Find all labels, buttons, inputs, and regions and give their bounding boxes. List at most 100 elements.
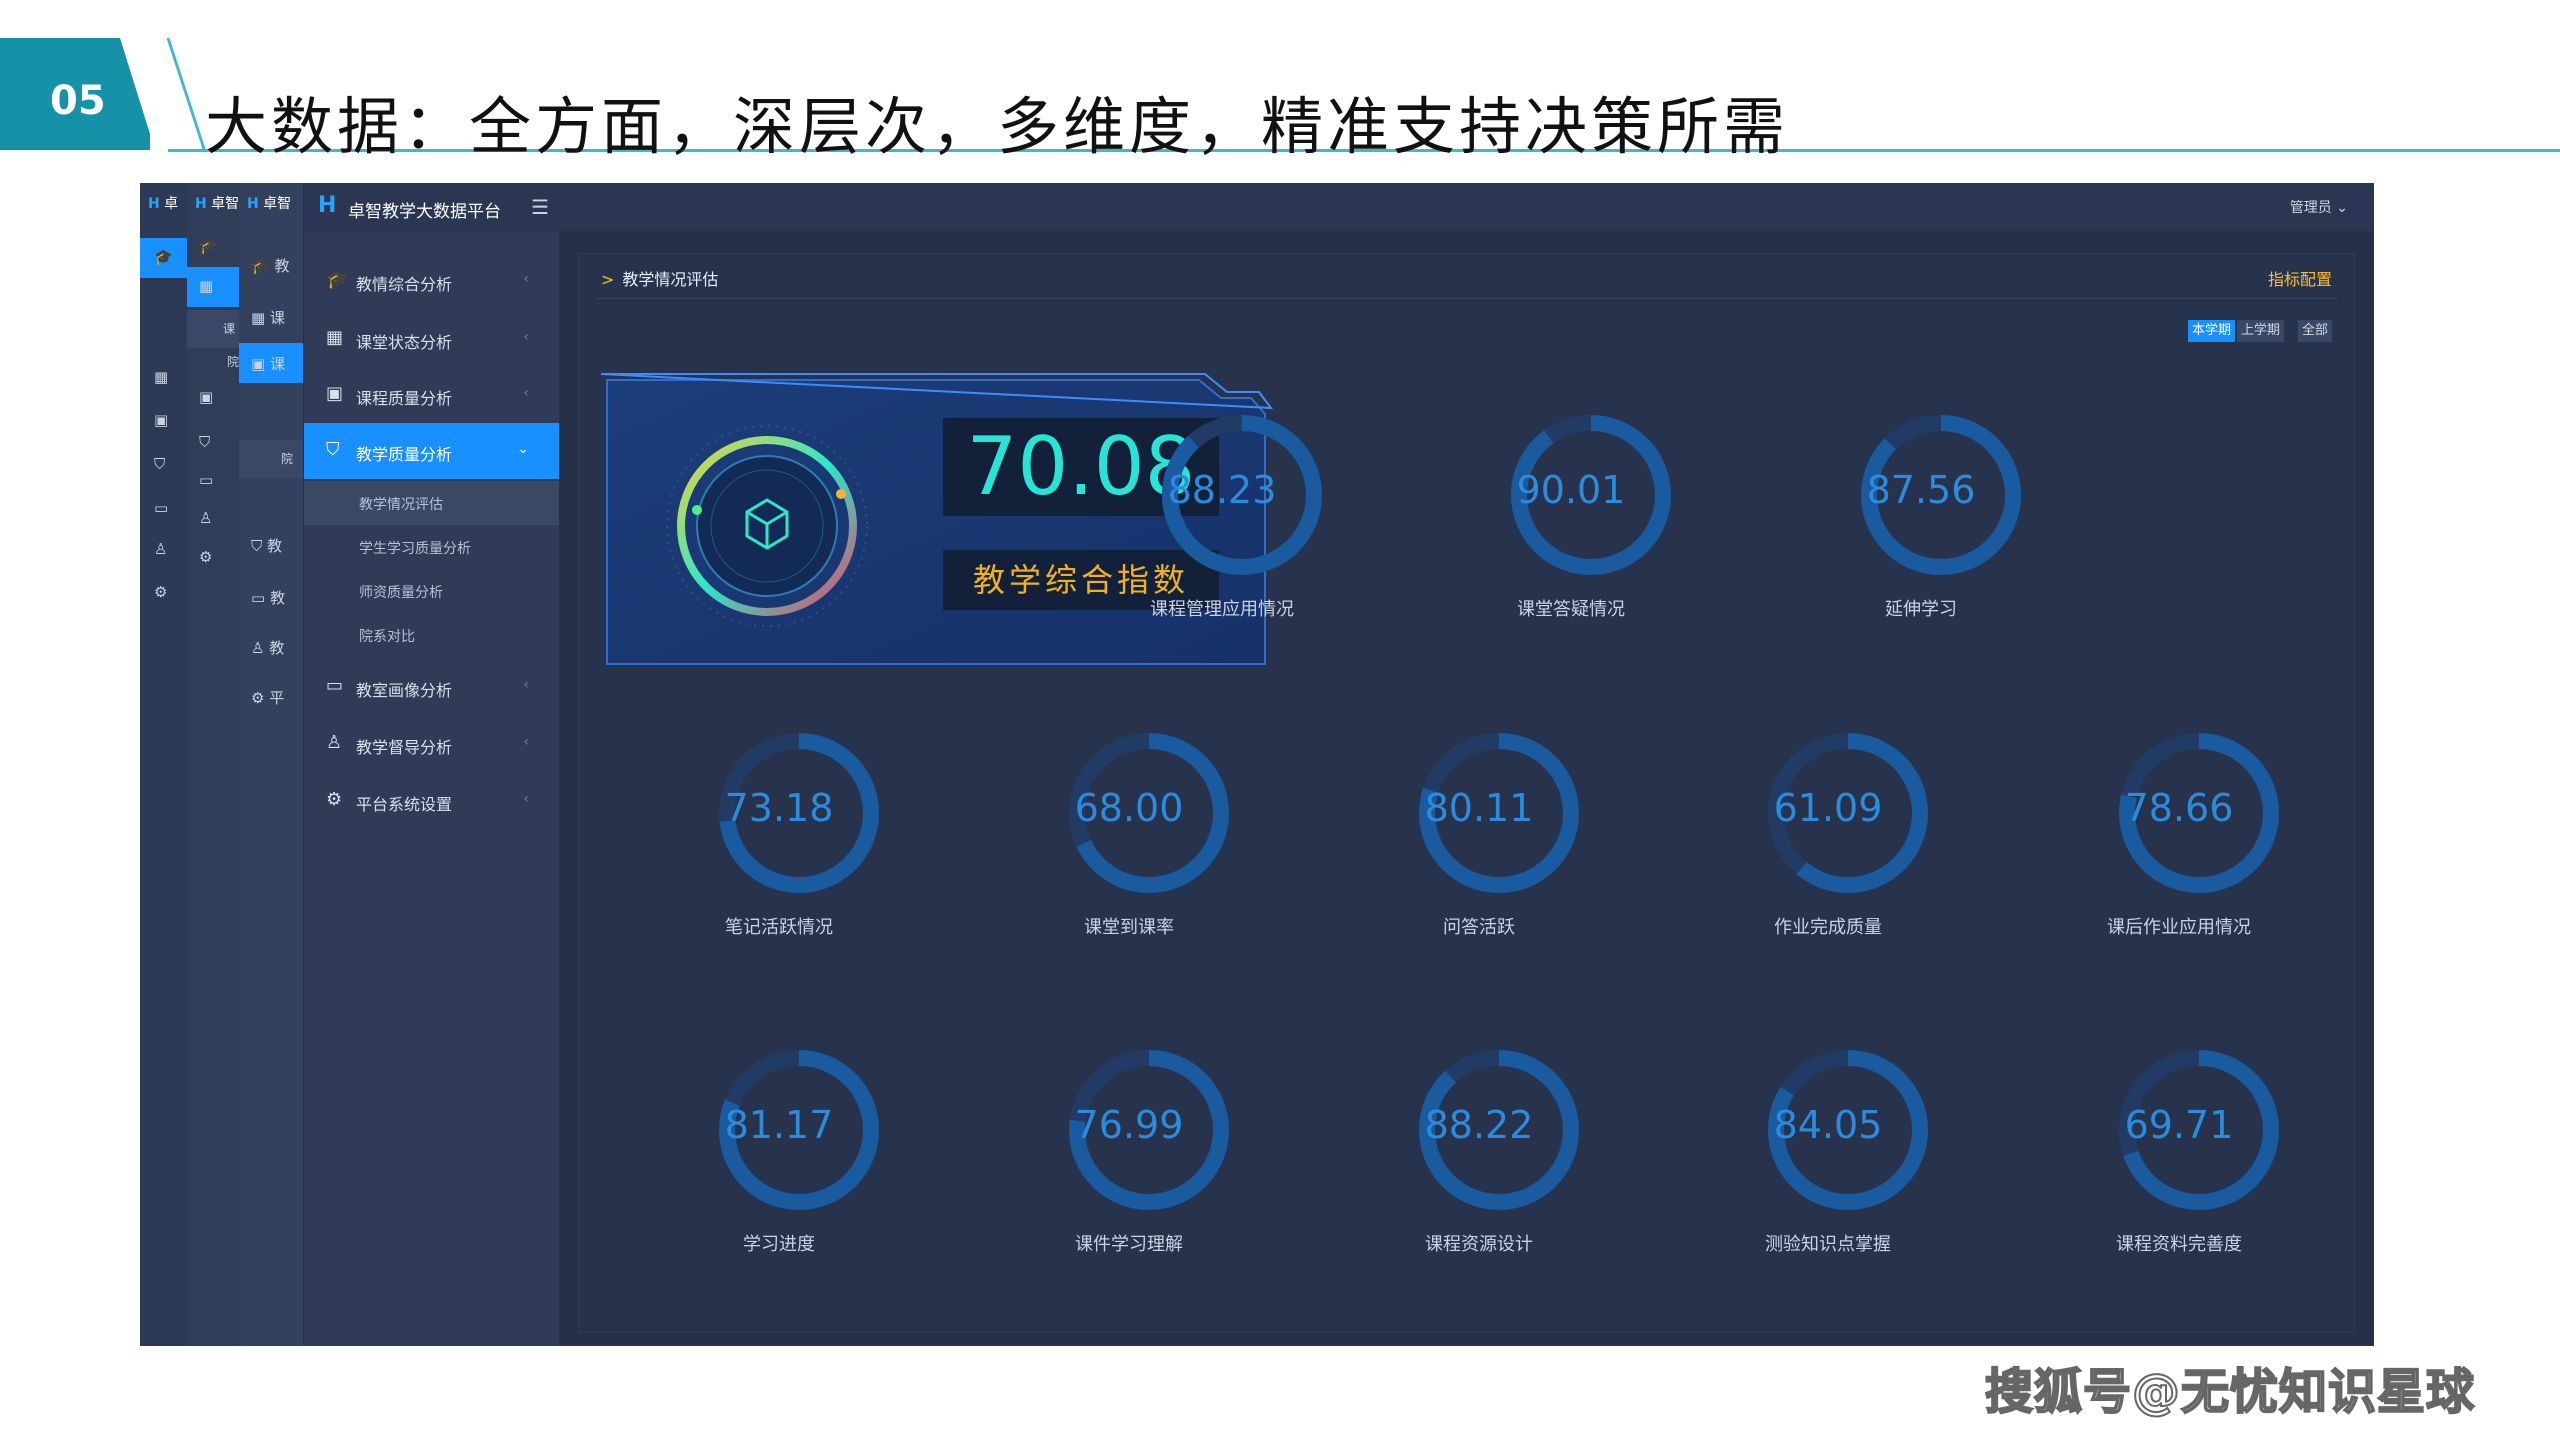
save-icon[interactable]: ▣	[199, 388, 213, 406]
metric-card[interactable]: 78.66 课后作业应用情况	[2059, 729, 2299, 949]
metric-value: 81.17	[724, 1103, 834, 1147]
submenu-department-compare[interactable]: 院系对比	[304, 613, 559, 657]
submenu-student-quality[interactable]: 学生学习质量分析	[304, 525, 559, 569]
gear-icon[interactable]: ⚙	[154, 583, 167, 601]
metric-value: 76.99	[1074, 1103, 1184, 1147]
graduation-cap-icon[interactable]: 🎓	[199, 237, 218, 255]
metric-card[interactable]: 81.17 学习进度	[659, 1046, 899, 1266]
user-icon[interactable]: ♙	[154, 540, 167, 558]
user-icon[interactable]: ♙ 教	[251, 637, 284, 658]
metric-label: 测验知识点掌握	[1765, 1234, 1891, 1255]
collapse-menu-icon[interactable]: ☰	[531, 195, 549, 219]
save-icon: ▣	[326, 383, 344, 404]
metric-label: 课堂答疑情况	[1517, 599, 1625, 620]
user-icon: ♙	[326, 732, 343, 753]
metric-card[interactable]: 88.22 课程资源设计	[1359, 1046, 1599, 1266]
graduation-cap-icon[interactable]: 🎓 教	[251, 255, 289, 276]
ghost-logo: H 卓	[148, 196, 179, 212]
metric-card[interactable]: 84.05 测验知识点掌握	[1708, 1046, 1948, 1266]
panel-title: > 教学情况评估	[601, 270, 719, 289]
metric-card[interactable]: 90.01 课堂答疑情况	[1451, 411, 1691, 631]
metric-label: 作业完成质量	[1774, 917, 1882, 938]
monitor-icon[interactable]: ▭ 教	[251, 587, 285, 608]
metric-card[interactable]: 80.11 问答活跃	[1359, 729, 1599, 949]
chevron-down-icon: ⌄	[517, 441, 529, 457]
metric-card[interactable]: 73.18 笔记活跃情况	[659, 729, 899, 949]
gear-icon[interactable]: ⚙ 平	[251, 687, 284, 708]
metric-card[interactable]: 87.56 延伸学习	[1801, 411, 2041, 631]
menu-item-supervision[interactable]: ♙ 教学督导分析 ‹	[304, 716, 559, 772]
brand-bar: H 卓智教学大数据平台 ☰	[304, 183, 559, 231]
graduation-cap-icon: 🎓	[326, 269, 349, 290]
panel-divider	[597, 298, 2337, 299]
chevron-left-icon: ‹	[523, 677, 529, 693]
metric-value: 73.18	[724, 786, 834, 830]
chevron-right-icon: >	[601, 270, 615, 289]
chart-icon: ▦	[199, 277, 214, 295]
admin-user-menu[interactable]: 管理员 ⌄	[2290, 197, 2348, 217]
metric-value: 68.00	[1074, 786, 1184, 830]
metric-card[interactable]: 69.71 课程资料完善度	[2059, 1046, 2299, 1266]
term-tabs: 本学期 上学期 全部	[2186, 320, 2332, 342]
ghost-logo: H 卓智	[247, 196, 292, 212]
menu-item-teaching-quality[interactable]: ⛉ 教学质量分析 ⌄	[304, 423, 559, 479]
shield-icon[interactable]: ⛉	[199, 433, 210, 451]
save-icon: ▣ 课	[251, 355, 285, 373]
logo-icon: H	[318, 193, 337, 218]
gear-icon[interactable]: ⚙	[199, 548, 212, 566]
metric-value: 84.05	[1773, 1103, 1883, 1147]
chevron-left-icon: ‹	[523, 734, 529, 750]
metric-label: 课件学习理解	[1075, 1234, 1183, 1255]
metric-value: 88.22	[1424, 1103, 1534, 1147]
metric-label: 学习进度	[743, 1234, 815, 1255]
metric-label: 课程管理应用情况	[1150, 599, 1294, 620]
menu-item-course-quality[interactable]: ▣ 课程质量分析 ‹	[304, 367, 559, 423]
gear-icon: ⚙	[326, 789, 343, 810]
chevron-left-icon: ‹	[523, 385, 529, 401]
menu-item-classroom-profile[interactable]: ▭ 教室画像分析 ‹	[304, 659, 559, 715]
tab-all[interactable]: 全部	[2297, 320, 2332, 342]
brand-name: 卓智教学大数据平台	[348, 202, 501, 222]
user-icon[interactable]: ♙	[199, 509, 212, 527]
main-sidebar: H 卓智教学大数据平台 ☰ 🎓 教情综合分析 ‹ ▦ 课堂状态分析 ‹ ▣ 课程…	[303, 183, 559, 1346]
chart-icon[interactable]: ▦	[154, 368, 168, 386]
content-panel: > 教学情况评估 指标配置 本学期 上学期 全部 70.08 教学综合指数 88…	[578, 253, 2355, 1333]
monitor-icon[interactable]: ▭	[154, 499, 168, 517]
metric-value: 78.66	[2124, 786, 2234, 830]
chart-icon[interactable]: ▦ 课	[251, 307, 285, 328]
metric-label: 延伸学习	[1885, 599, 1957, 620]
tab-last-semester[interactable]: 上学期	[2236, 320, 2284, 342]
shield-icon[interactable]: ⛉ 教	[251, 535, 282, 556]
metric-value: 88.23	[1167, 468, 1277, 512]
metric-card[interactable]: 61.09 作业完成质量	[1708, 729, 1948, 949]
menu-item-teaching-overview[interactable]: 🎓 教情综合分析 ‹	[304, 253, 559, 309]
shield-icon[interactable]: ⛉	[154, 455, 165, 473]
metric-label: 笔记活跃情况	[725, 917, 833, 938]
metric-label: 课后作业应用情况	[2107, 917, 2251, 938]
graduation-cap-icon: 🎓	[154, 248, 173, 266]
tab-this-semester[interactable]: 本学期	[2187, 320, 2235, 342]
dashboard-app: 管理员 ⌄ H 卓 🎓 ▦ ▣ ⛉ ▭ ♙ ⚙ H 卓智 🎓 ▦ 课 院 ▣ ⛉…	[140, 183, 2374, 1346]
monitor-icon[interactable]: ▭	[199, 471, 213, 489]
indicator-config-link[interactable]: 指标配置	[2268, 266, 2332, 290]
metric-card[interactable]: 68.00 课堂到课率	[1009, 729, 1249, 949]
menu-item-class-status[interactable]: ▦ 课堂状态分析 ‹	[304, 311, 559, 367]
metric-card[interactable]: 76.99 课件学习理解	[1009, 1046, 1249, 1266]
submenu-teaching-evaluation[interactable]: 教学情况评估	[304, 481, 559, 525]
save-icon[interactable]: ▣	[154, 411, 168, 429]
submenu-faculty-quality[interactable]: 师资质量分析	[304, 569, 559, 613]
chevron-left-icon: ‹	[523, 791, 529, 807]
shield-icon: ⛉	[326, 439, 340, 460]
metric-value: 80.11	[1424, 786, 1534, 830]
metric-value: 90.01	[1516, 468, 1626, 512]
slide-number: 05	[50, 78, 106, 124]
metric-value: 69.71	[2124, 1103, 2234, 1147]
chevron-left-icon: ‹	[523, 271, 529, 287]
metric-card[interactable]: 88.23 课程管理应用情况	[1102, 411, 1342, 631]
menu-item-system-settings[interactable]: ⚙ 平台系统设置 ‹	[304, 773, 559, 829]
monitor-icon: ▭	[326, 675, 344, 696]
metric-value: 87.56	[1866, 468, 1976, 512]
metric-label: 课程资料完善度	[2116, 1234, 2242, 1255]
slide-title: 大数据：全方面，深层次，多维度，精准支持决策所需	[205, 90, 1790, 163]
source-watermark: 搜狐号@无忧知识星球	[1984, 1363, 2476, 1421]
